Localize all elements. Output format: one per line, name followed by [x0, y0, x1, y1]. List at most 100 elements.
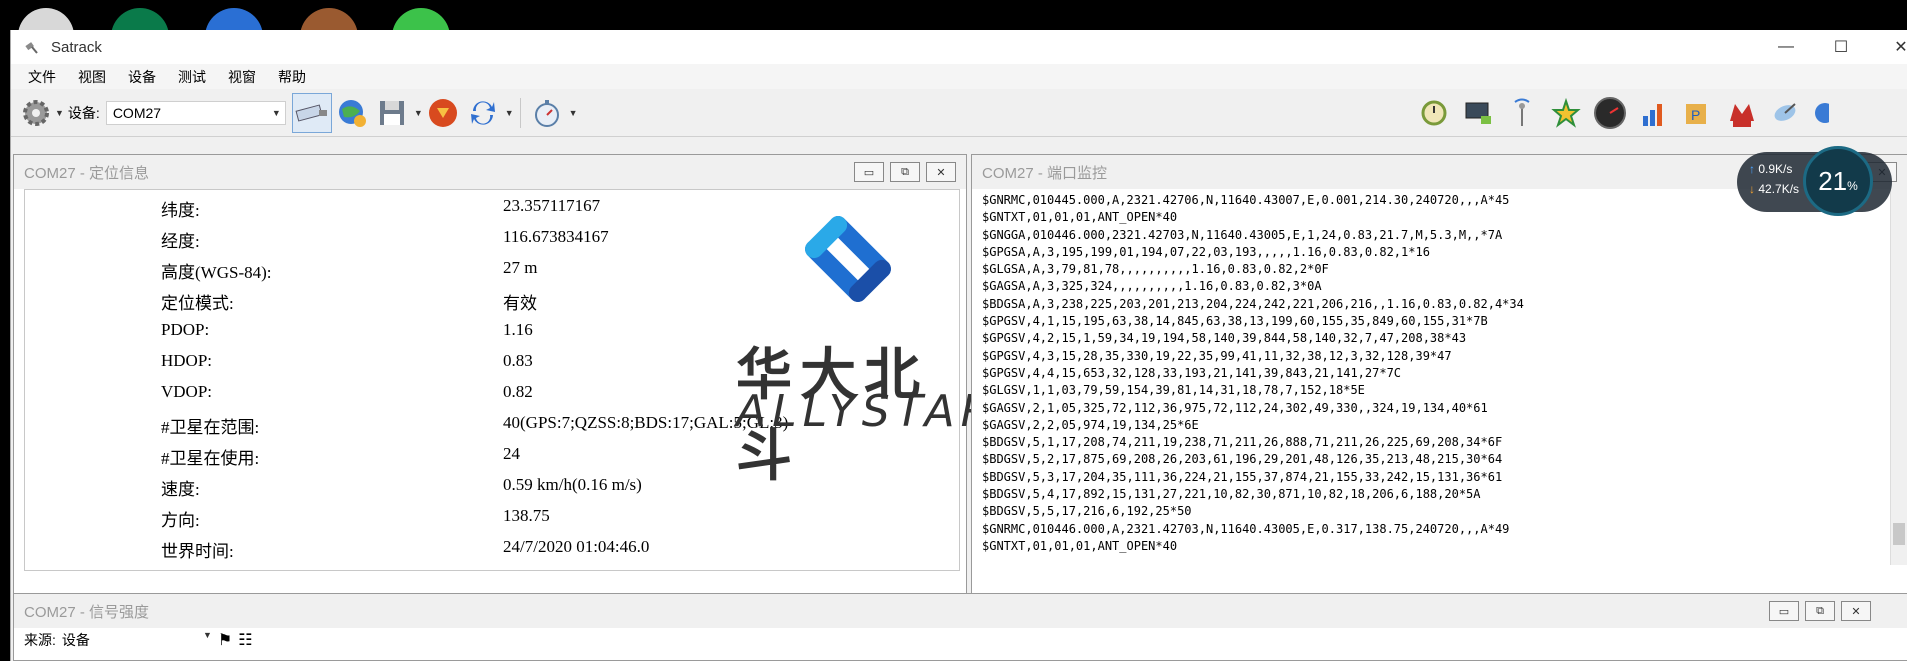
device-select[interactable]: COM27 ▼	[105, 100, 286, 125]
info-label: HDOP:	[161, 351, 213, 370]
menu-device[interactable]: 设备	[128, 67, 156, 87]
cpu-usage-unit: %	[1847, 179, 1858, 193]
source-label: 来源:	[24, 632, 56, 648]
upload-speed-value: 0.9K/s	[1758, 162, 1793, 176]
constellation-icon[interactable]	[1546, 93, 1586, 133]
menu-window[interactable]: 视窗	[228, 67, 256, 87]
info-label: 定位模式:	[161, 294, 234, 313]
info-value: 0.82	[503, 382, 533, 401]
source-select[interactable]: 设备 ▼	[62, 630, 212, 650]
scrollbar-thumb[interactable]	[1893, 523, 1905, 545]
desktop-background	[0, 0, 1907, 38]
signal-panel-header: COM27 - 信号强度 ▭ ⧉ ✕	[14, 594, 1907, 628]
bar-chart-icon[interactable]	[1634, 93, 1674, 133]
info-label: PDOP:	[161, 320, 210, 339]
download-speed: ↓ 42.7K/s	[1749, 182, 1799, 196]
info-label: 方向:	[161, 511, 200, 530]
globe-network-icon[interactable]	[332, 93, 372, 133]
panel-minimize-button[interactable]: ▭	[1769, 601, 1799, 621]
nmea-line: $GAGSV,2,1,05,325,72,112,36,975,72,112,2…	[982, 400, 1488, 415]
upload-arrow-icon: ↑	[1749, 162, 1755, 176]
position-info-panel: COM27 - 定位信息 ▭ ⧉ ✕ 纬度: 23.357117167 经度: 11…	[13, 154, 991, 612]
info-label: 速度:	[161, 480, 200, 499]
info-value: 27 m	[503, 258, 538, 277]
right-toolbar-group: P	[1414, 93, 1830, 133]
cpu-usage-circle[interactable]: 21%	[1803, 146, 1873, 216]
menu-file[interactable]: 文件	[28, 67, 56, 87]
minimize-button[interactable]: —	[1756, 30, 1816, 64]
nmea-line: $BDGSV,5,3,17,204,35,111,36,224,21,155,3…	[982, 469, 1503, 484]
nmea-line: $BDGSV,5,4,17,892,15,131,27,221,10,82,30…	[982, 487, 1481, 502]
toolbar: ▼ 设备: COM27 ▼ ▼ ▼ ▼ P	[11, 89, 1907, 137]
info-value: 1.16	[503, 320, 533, 339]
vip-icon[interactable]	[1722, 93, 1762, 133]
signal-source-row: 来源: 设备 ▼ ⚑ ☷	[24, 630, 253, 650]
parking-map-icon[interactable]: P	[1678, 93, 1718, 133]
satellite-dish-icon[interactable]	[1766, 93, 1806, 133]
info-label: 经度:	[161, 232, 200, 251]
refresh-icon[interactable]	[463, 93, 503, 133]
nmea-line: $BDGSV,5,5,17,216,6,192,25*50	[982, 504, 1192, 519]
antenna-signal-icon[interactable]	[1502, 93, 1542, 133]
close-button[interactable]: ✕	[1871, 30, 1907, 64]
nmea-line: $GPGSV,4,4,15,653,32,128,33,193,21,141,3…	[982, 365, 1402, 380]
nmea-line: $BDGSA,A,3,238,225,203,201,213,204,224,2…	[982, 296, 1524, 311]
panel-minimize-button[interactable]: ▭	[854, 162, 884, 182]
nmea-line: $GNTXT,01,01,01,ANT_OPEN*40	[982, 538, 1178, 553]
nmea-line: $BDGSV,5,1,17,208,74,211,19,238,71,211,2…	[982, 435, 1503, 450]
signal-panel-title: COM27 - 信号强度	[24, 603, 150, 621]
source-select-value: 设备	[61, 632, 90, 648]
position-panel-header: COM27 - 定位信息 ▭ ⧉ ✕	[14, 155, 966, 189]
info-label: #卫星在使用:	[161, 449, 260, 468]
upload-speed: ↑ 0.9K/s	[1749, 162, 1792, 176]
monitor-icon[interactable]	[1458, 93, 1498, 133]
download-speed-value: 42.7K/s	[1758, 182, 1800, 196]
panel-restore-button[interactable]: ⧉	[1805, 601, 1835, 621]
list-view-icon[interactable]: ☷	[238, 630, 252, 650]
download-arrow-icon: ↓	[1749, 182, 1755, 196]
menu-test[interactable]: 测试	[178, 67, 206, 87]
info-value: 138.75	[503, 506, 550, 525]
panel-close-button[interactable]: ✕	[926, 162, 956, 182]
settings-dropdown-caret[interactable]: ▼	[55, 108, 64, 118]
position-panel-title: COM27 - 定位信息	[24, 164, 150, 182]
info-label: #卫星在范围:	[161, 418, 260, 437]
stopwatch-icon[interactable]	[527, 93, 567, 133]
nmea-line: $GLGSA,A,3,79,81,78,,,,,,,,,,1.16,0.83,0…	[982, 262, 1329, 277]
stopwatch-dropdown-caret[interactable]: ▼	[569, 108, 578, 118]
overflow-icon[interactable]	[1810, 93, 1830, 133]
satellite-icon	[25, 42, 38, 54]
panel-close-button[interactable]: ✕	[1841, 601, 1871, 621]
info-label: 世界时间:	[161, 542, 234, 561]
maximize-button[interactable]: ☐	[1811, 30, 1871, 64]
toolbar-separator	[519, 97, 521, 128]
nmea-line: $GPGSV,4,3,15,28,35,330,19,22,35,99,41,1…	[982, 348, 1452, 363]
save-icon[interactable]	[372, 93, 412, 133]
position-info-grid: 纬度: 23.357117167 经度: 116.673834167 高度(WGS-…	[24, 189, 991, 571]
device-select-value: COM27	[112, 104, 162, 121]
allystar-logo-icon	[805, 216, 891, 302]
vertical-scrollbar[interactable]	[1890, 189, 1907, 565]
flag-icon[interactable]: ⚑	[218, 630, 232, 650]
speedometer-icon[interactable]	[1590, 93, 1630, 133]
settings-gear-icon[interactable]	[19, 93, 53, 133]
record-download-icon[interactable]	[423, 93, 463, 133]
info-value: 23.357117167	[503, 196, 601, 215]
refresh-dropdown-caret[interactable]: ▼	[505, 108, 514, 118]
menu-help[interactable]: 帮助	[278, 67, 306, 87]
nmea-line: $GAGSV,2,2,05,974,19,134,25*6E	[982, 417, 1199, 432]
menu-view[interactable]: 视图	[78, 67, 106, 87]
cpu-usage-value: 21	[1818, 165, 1848, 196]
clock-satellite-icon[interactable]	[1414, 93, 1454, 133]
port-panel-title: COM27 - 端口监控	[982, 164, 1108, 182]
panel-restore-button[interactable]: ⧉	[890, 162, 920, 182]
device-label: 设备:	[67, 104, 100, 121]
save-dropdown-caret[interactable]: ▼	[414, 108, 423, 118]
info-value: 116.673834167	[503, 227, 609, 246]
menu-bar: 文件 视图 设备 测试 视窗 帮助	[11, 64, 1907, 89]
usb-connect-icon[interactable]	[291, 92, 332, 133]
nmea-line: $GNGGA,010446.000,2321.42703,N,11640.430…	[982, 227, 1503, 242]
watermark-en: ALLYSTAR	[736, 386, 998, 437]
nmea-line: $GNRMC,010446.000,A,2321.42703,N,11640.4…	[982, 521, 1510, 536]
nmea-log[interactable]: $GNRMC,010445.000,A,2321.42706,N,11640.4…	[982, 192, 1907, 568]
